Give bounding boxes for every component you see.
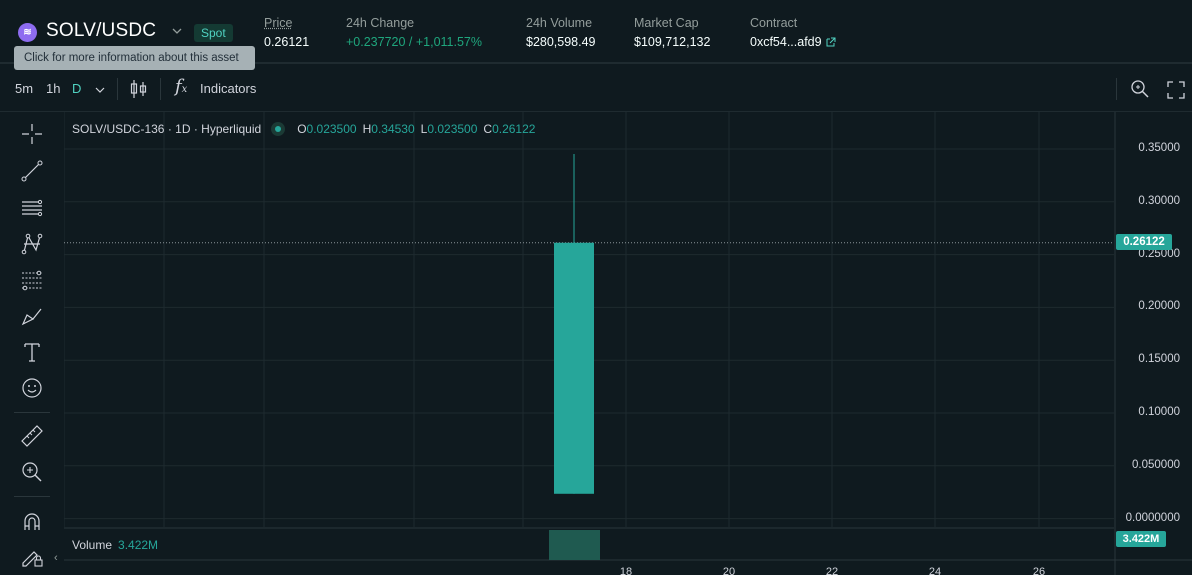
fullscreen-icon[interactable] — [1166, 80, 1186, 100]
horizontal-lines-tool[interactable] — [18, 194, 46, 222]
external-link-icon[interactable] — [826, 37, 836, 47]
fibonacci-icon — [22, 270, 42, 291]
change-stat: 24h Change +0.237720 / +1,011.57% — [346, 16, 482, 49]
chart-canvas[interactable] — [64, 112, 1192, 575]
ruler-icon — [21, 425, 43, 447]
indicators-button[interactable]: Indicators — [200, 81, 256, 96]
y-tick-label: 0.0000000 — [1125, 511, 1180, 524]
tools-divider — [14, 412, 50, 413]
indicators-fx-icon[interactable]: fx — [175, 76, 187, 97]
legend-open-value: 0.023500 — [306, 122, 357, 136]
volume-legend-value: 3.422M — [118, 538, 159, 552]
last-price-tag: 0.26122 — [1116, 234, 1172, 250]
y-tick-label: 0.35000 — [1138, 142, 1180, 154]
pattern-tool[interactable] — [18, 230, 46, 258]
x-tick-label: 24 — [928, 566, 942, 575]
pencil-lock-icon — [22, 551, 43, 567]
market-type-badge: Spot — [194, 24, 233, 42]
x-tick-label: 18 — [619, 566, 633, 575]
smiley-icon — [22, 378, 42, 398]
contract-label: Contract — [750, 16, 798, 30]
change-label: 24h Change — [346, 16, 415, 30]
collapse-arrow-icon[interactable]: ‹ — [54, 552, 58, 564]
magnet-icon — [24, 513, 40, 530]
legend-low-value: 0.023500 — [427, 122, 478, 136]
measure-tool[interactable] — [18, 422, 46, 450]
y-tick-label: 0.050000 — [1132, 458, 1180, 471]
price-label: Price — [264, 16, 293, 30]
trading-app: ≋ SOLV/USDC Spot Price 0.26121 24h Chang… — [0, 0, 1192, 575]
volume-axis-tag: 3.422M — [1116, 531, 1166, 547]
lock-drawings-tool[interactable] — [18, 542, 46, 570]
legend-close-label: C — [483, 122, 493, 136]
brush-icon — [21, 308, 42, 326]
y-tick-label: 0.10000 — [1138, 406, 1180, 418]
tools-divider — [14, 496, 50, 497]
toolbar-divider — [1116, 78, 1117, 100]
interval-chevron-down-icon[interactable] — [95, 85, 105, 95]
mcap-stat: Market Cap $109,712,132 — [634, 16, 710, 49]
fib-tool[interactable] — [18, 266, 46, 294]
chart-legend: SOLV/USDC-136 · 1D · Hyperliquid O0.02350… — [72, 122, 535, 136]
drawing-toolbar: ‹ — [0, 112, 64, 575]
x-tick-label: 22 — [825, 566, 839, 575]
price-stat: Price 0.26121 — [264, 16, 309, 49]
toolbar-divider — [117, 78, 118, 100]
zoom-in-icon — [22, 462, 42, 482]
x-tick-label: 20 — [722, 566, 736, 575]
price-value: 0.26121 — [264, 35, 310, 49]
zoom-tool[interactable] — [18, 458, 46, 486]
x-tick-label: 26 — [1032, 566, 1046, 575]
zoom-search-icon[interactable] — [1129, 78, 1151, 100]
crosshair-icon — [22, 124, 42, 144]
candlestick-type-icon[interactable] — [129, 78, 149, 100]
contract-stat: Contract 0xcf54...afd9 — [750, 16, 836, 49]
interval-5m[interactable]: 5m — [15, 81, 33, 96]
chevron-down-icon[interactable] — [172, 26, 182, 36]
mcap-label: Market Cap — [634, 16, 699, 30]
toolbar-divider — [160, 78, 161, 100]
volume-stat: 24h Volume $280,598.49 — [526, 16, 596, 49]
y-tick-label: 0.20000 — [1138, 300, 1180, 313]
legend-symbol[interactable]: SOLV/USDC-136 · 1D · Hyperliquid — [72, 122, 261, 136]
chart-toolbar: 5m 1h D fx Indicators — [0, 66, 1192, 112]
crosshair-tool[interactable] — [18, 120, 46, 148]
parallel-lines-icon — [22, 199, 43, 217]
brush-tool[interactable] — [18, 302, 46, 330]
price-chart[interactable]: SOLV/USDC-136 · 1D · Hyperliquid O0.02350… — [64, 112, 1192, 575]
contract-value[interactable]: 0xcf54...afd9 — [750, 35, 822, 49]
asset-name[interactable]: SOLV/USDC — [46, 20, 156, 42]
y-tick-label: 0.30000 — [1138, 194, 1180, 207]
volume-legend: Volume 3.422M — [72, 538, 158, 552]
contract-link[interactable]: 0xcf54...afd9 — [750, 35, 836, 49]
interval-d[interactable]: D — [72, 81, 81, 96]
volume-value: $280,598.49 — [526, 35, 596, 49]
text-icon — [24, 343, 40, 362]
mcap-value: $109,712,132 — [634, 35, 711, 49]
legend-high-value: 0.34530 — [371, 122, 415, 136]
legend-high-label: H — [362, 122, 372, 136]
trend-line-tool[interactable] — [18, 157, 46, 185]
asset-logo-icon[interactable]: ≋ — [18, 23, 37, 42]
trend-line-icon — [21, 160, 43, 182]
volume-legend-label: Volume — [72, 538, 113, 552]
volume-bar — [549, 530, 600, 560]
legend-close-value: 0.26122 — [492, 122, 536, 136]
text-tool[interactable] — [18, 338, 46, 366]
interval-1h[interactable]: 1h — [46, 81, 60, 96]
magnet-tool[interactable] — [18, 508, 46, 536]
legend-open-label: O — [297, 122, 307, 136]
change-value: +0.237720 / +1,011.57% — [346, 35, 482, 49]
market-status-dot-icon — [271, 122, 286, 136]
emoji-tool[interactable] — [18, 374, 46, 402]
asset-info-tooltip: Click for more information about this as… — [14, 46, 255, 70]
candle-body — [554, 242, 594, 494]
pattern-icon — [21, 233, 43, 255]
y-tick-label: 0.15000 — [1138, 353, 1180, 366]
volume-label: 24h Volume — [526, 16, 593, 30]
